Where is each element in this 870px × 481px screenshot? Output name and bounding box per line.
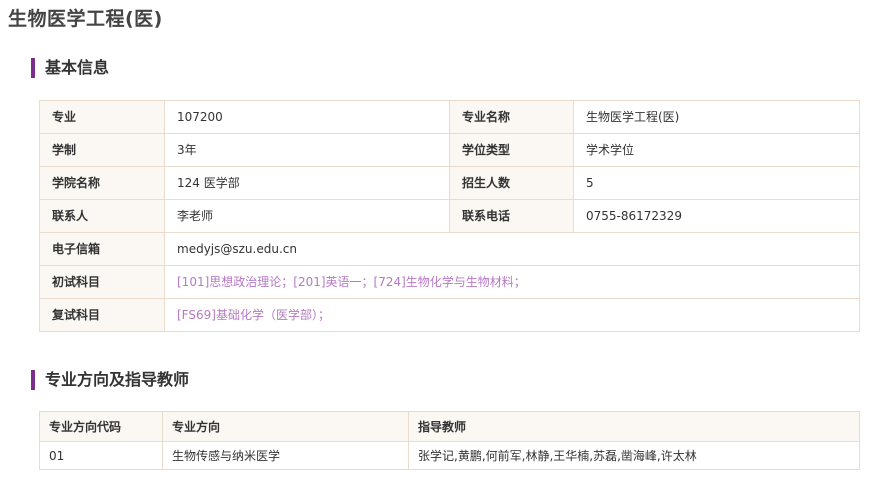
- table-row: 学院名称 124 医学部 招生人数 5: [39, 166, 860, 200]
- duration-value: 3年: [164, 133, 450, 167]
- page: 生物医学工程(医) 基本信息 专业 107200 专业名称 生物医学工程(医) …: [0, 0, 870, 481]
- table-row: 01 生物传感与纳米医学 张学记,黄鹏,何前军,林静,王华楠,苏磊,凿海峰,许太…: [39, 441, 860, 470]
- header-direction: 专业方向: [162, 411, 409, 442]
- table-row: 联系人 李老师 联系电话 0755-86172329: [39, 199, 860, 233]
- enroll-value: 5: [573, 166, 860, 200]
- email-label: 电子信箱: [39, 232, 165, 266]
- duration-label: 学制: [39, 133, 165, 167]
- degree-value: 学术学位: [573, 133, 860, 167]
- prelim-subjects-link[interactable]: [101]思想政治理论；[201]英语一；[724]生物化学与生物材料；: [164, 265, 860, 299]
- contact-label: 联系人: [39, 199, 165, 233]
- prelim-subjects-label: 初试科目: [39, 265, 165, 299]
- header-advisors: 指导教师: [408, 411, 860, 442]
- major-label: 专业: [39, 100, 165, 134]
- page-title: 生物医学工程(医): [8, 8, 163, 30]
- retest-subjects-label: 复试科目: [39, 298, 165, 332]
- directions-table: 专业方向代码 专业方向 指导教师 01 生物传感与纳米医学 张学记,黄鹏,何前军…: [39, 411, 860, 470]
- enroll-label: 招生人数: [449, 166, 574, 200]
- direction-name: 生物传感与纳米医学: [162, 441, 409, 470]
- contact-value: 李老师: [164, 199, 450, 233]
- header-direction-code: 专业方向代码: [39, 411, 163, 442]
- major-name-value: 生物医学工程(医): [573, 100, 860, 134]
- major-name-label: 专业名称: [449, 100, 574, 134]
- table-header-row: 专业方向代码 专业方向 指导教师: [39, 411, 860, 442]
- college-label: 学院名称: [39, 166, 165, 200]
- major-value: 107200: [164, 100, 450, 134]
- direction-code: 01: [39, 441, 163, 470]
- table-row: 复试科目 [FS69]基础化学（医学部）；: [39, 298, 860, 332]
- email-value: medyjs@szu.edu.cn: [164, 232, 860, 266]
- table-row: 初试科目 [101]思想政治理论；[201]英语一；[724]生物化学与生物材料…: [39, 265, 860, 299]
- phone-value: 0755-86172329: [573, 199, 860, 233]
- phone-label: 联系电话: [449, 199, 574, 233]
- table-row: 学制 3年 学位类型 学术学位: [39, 133, 860, 167]
- basic-info-table: 专业 107200 专业名称 生物医学工程(医) 学制 3年 学位类型 学术学位…: [39, 100, 860, 332]
- section-title-basic-info: 基本信息: [31, 58, 109, 78]
- section-title-directions: 专业方向及指导教师: [31, 370, 189, 390]
- table-row: 电子信箱 medyjs@szu.edu.cn: [39, 232, 860, 266]
- direction-advisors: 张学记,黄鹏,何前军,林静,王华楠,苏磊,凿海峰,许太林: [408, 441, 860, 470]
- retest-subjects-link[interactable]: [FS69]基础化学（医学部）；: [164, 298, 860, 332]
- degree-label: 学位类型: [449, 133, 574, 167]
- college-value: 124 医学部: [164, 166, 450, 200]
- table-row: 专业 107200 专业名称 生物医学工程(医): [39, 100, 860, 134]
